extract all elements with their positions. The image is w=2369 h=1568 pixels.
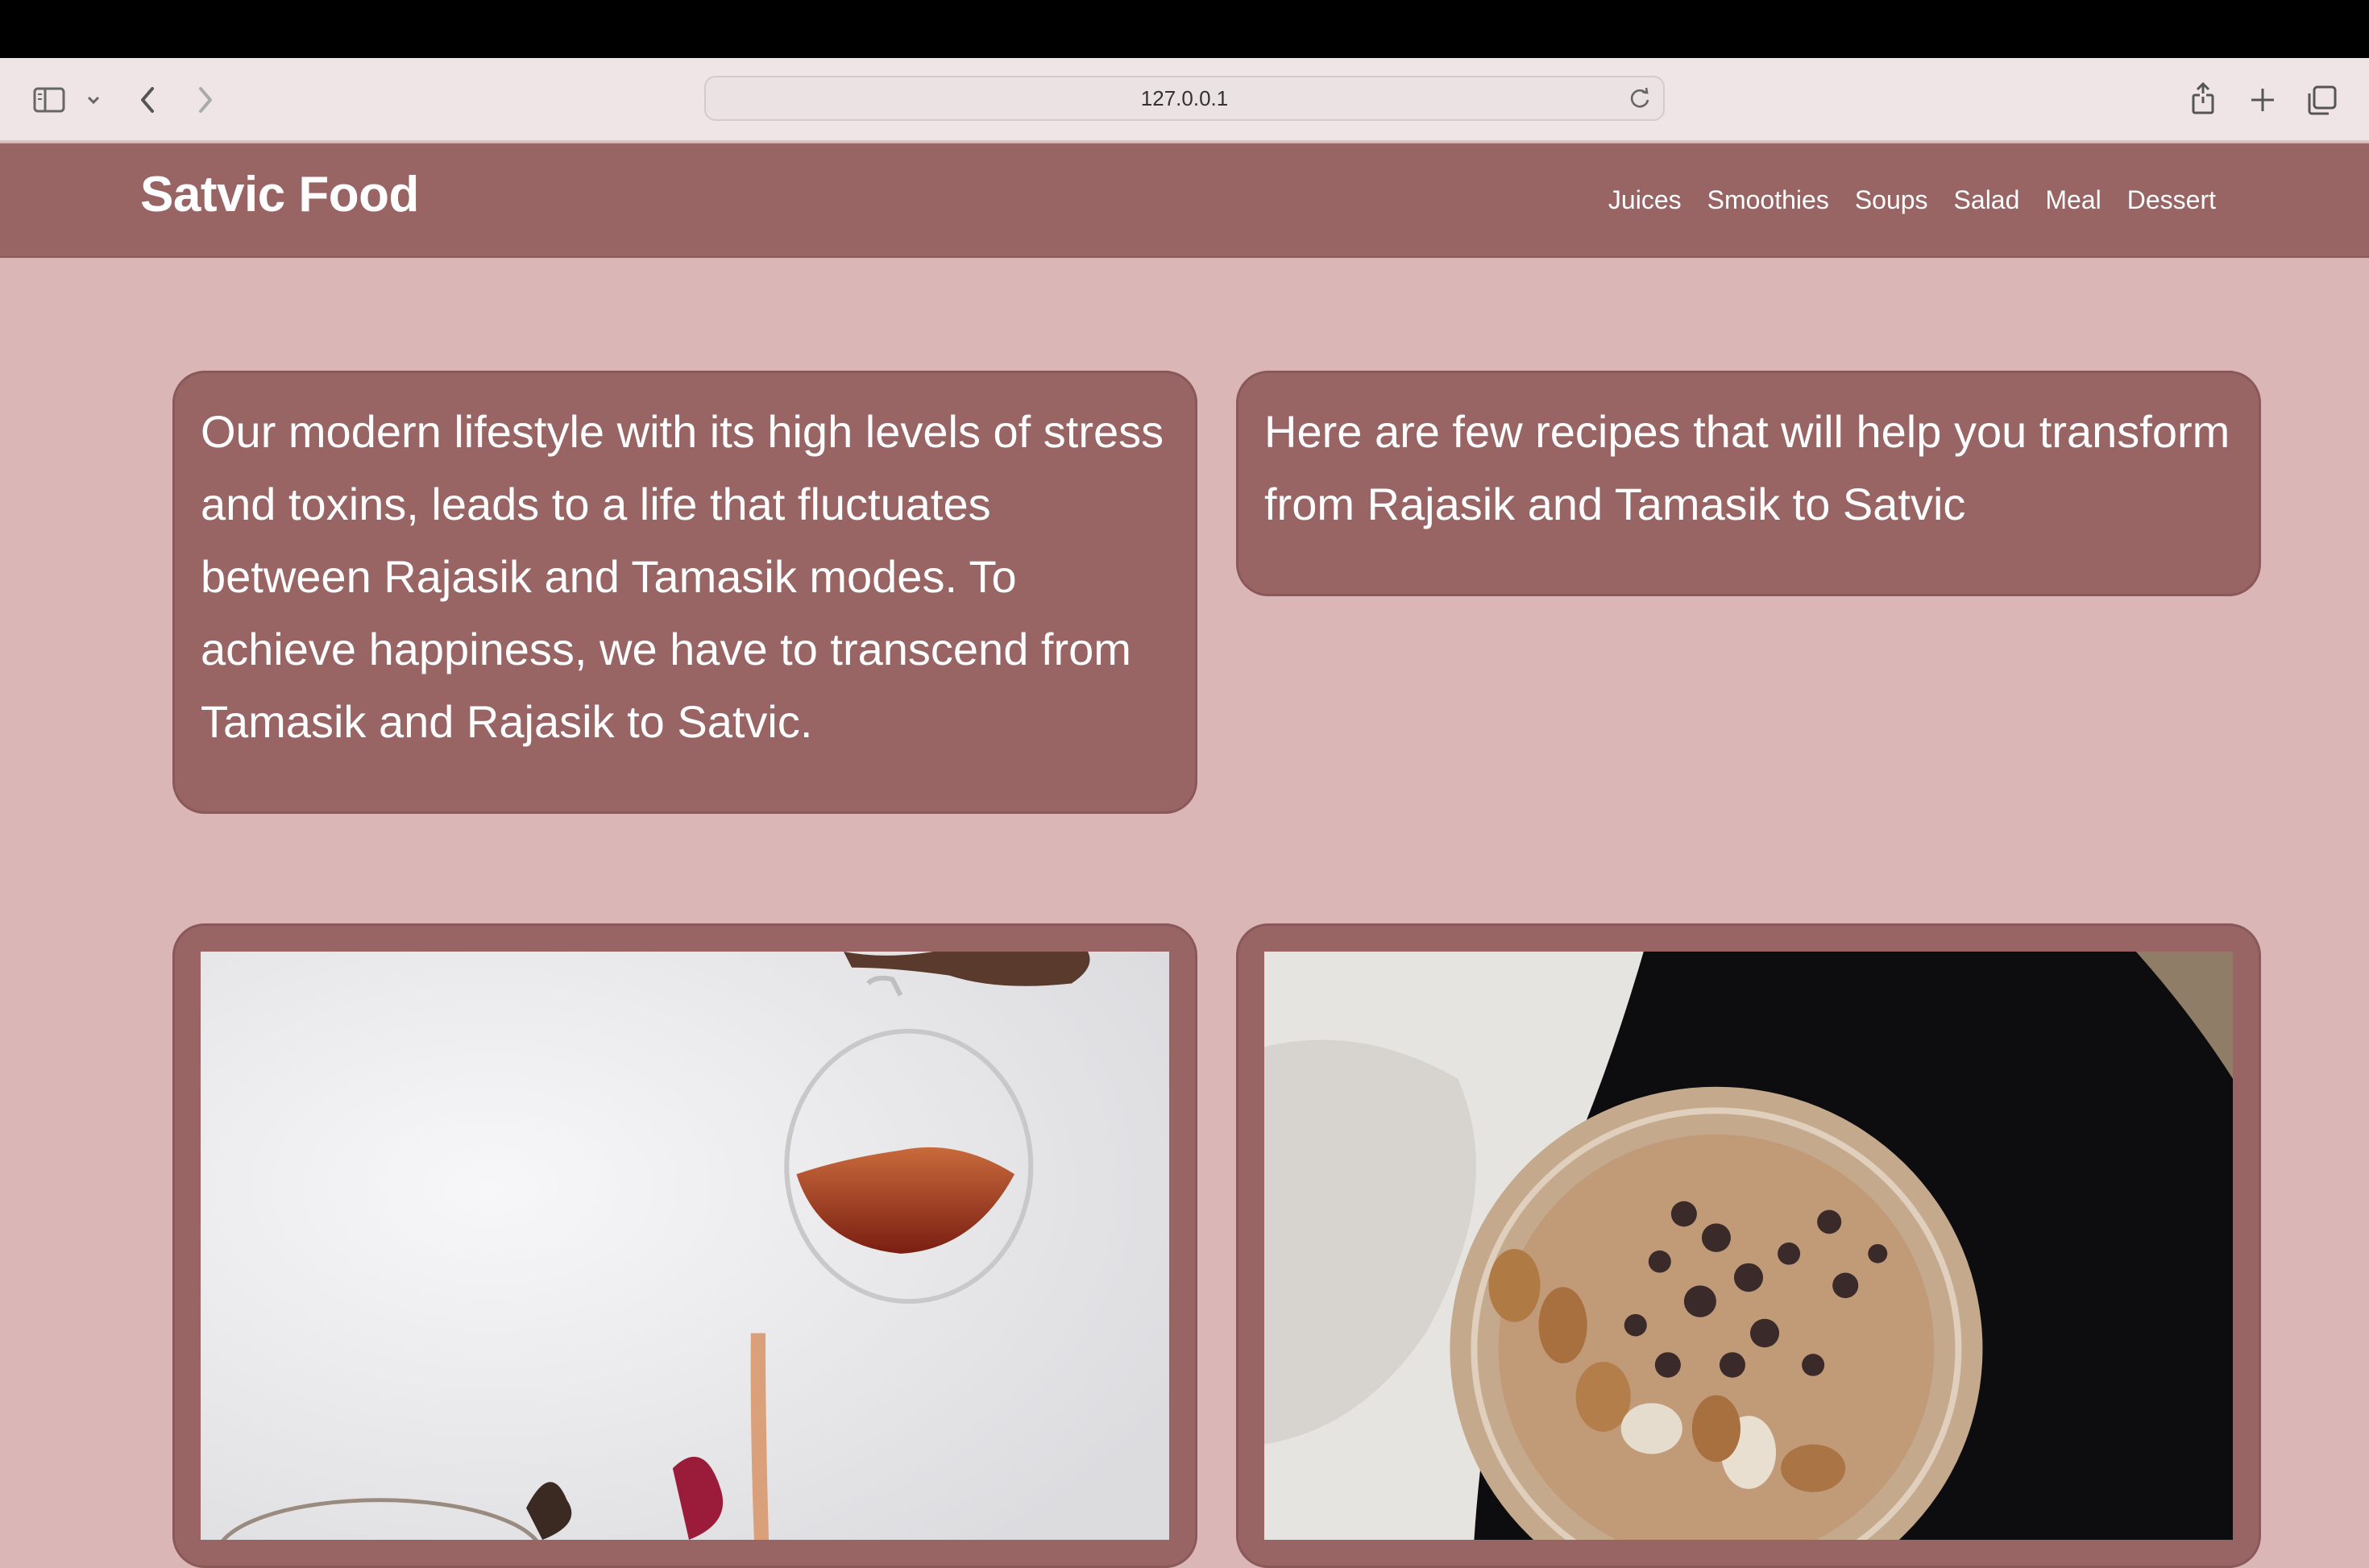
nav-smoothies[interactable]: Smoothies xyxy=(1707,185,1829,215)
address-bar[interactable]: 127.0.0.1 xyxy=(704,76,1665,121)
site-brand[interactable]: Satvic Food xyxy=(140,166,419,223)
smoothie-photo xyxy=(1264,952,2233,1540)
sidebar-toggle-icon[interactable] xyxy=(29,79,71,121)
nav-salad[interactable]: Salad xyxy=(1954,185,2020,215)
nav-dessert[interactable]: Dessert xyxy=(2127,185,2216,215)
nav-soups[interactable]: Soups xyxy=(1855,185,1928,215)
share-icon[interactable] xyxy=(2182,79,2224,121)
intro-text-left: Our modern lifestyle with its high level… xyxy=(201,406,1164,747)
intro-card-right: Here are few recipes that will help you … xyxy=(1236,371,2261,596)
chevron-down-icon[interactable] xyxy=(77,79,110,121)
forward-arrow-icon[interactable] xyxy=(184,79,226,121)
main-nav: Juices Smoothies Soups Salad Meal Desser… xyxy=(1608,185,2216,215)
nav-juices[interactable]: Juices xyxy=(1608,185,1682,215)
reload-icon[interactable] xyxy=(1624,84,1655,114)
browser-toolbar: 127.0.0.1 xyxy=(0,58,2369,142)
new-tab-icon[interactable] xyxy=(2242,79,2284,121)
back-arrow-icon[interactable] xyxy=(127,79,169,121)
juice-photo xyxy=(201,952,1169,1540)
intro-text-right: Here are few recipes that will help you … xyxy=(1264,406,2230,529)
recipe-card-juice[interactable] xyxy=(172,923,1197,1568)
site-header: Satvic Food Juices Smoothies Soups Salad… xyxy=(0,143,2369,258)
nav-meal[interactable]: Meal xyxy=(2045,185,2101,215)
top-bar xyxy=(0,0,2369,58)
address-text: 127.0.0.1 xyxy=(1140,85,1229,110)
intro-card-left: Our modern lifestyle with its high level… xyxy=(172,371,1197,814)
recipe-card-smoothie[interactable] xyxy=(1236,923,2261,1568)
tab-overview-icon[interactable] xyxy=(2301,79,2343,121)
